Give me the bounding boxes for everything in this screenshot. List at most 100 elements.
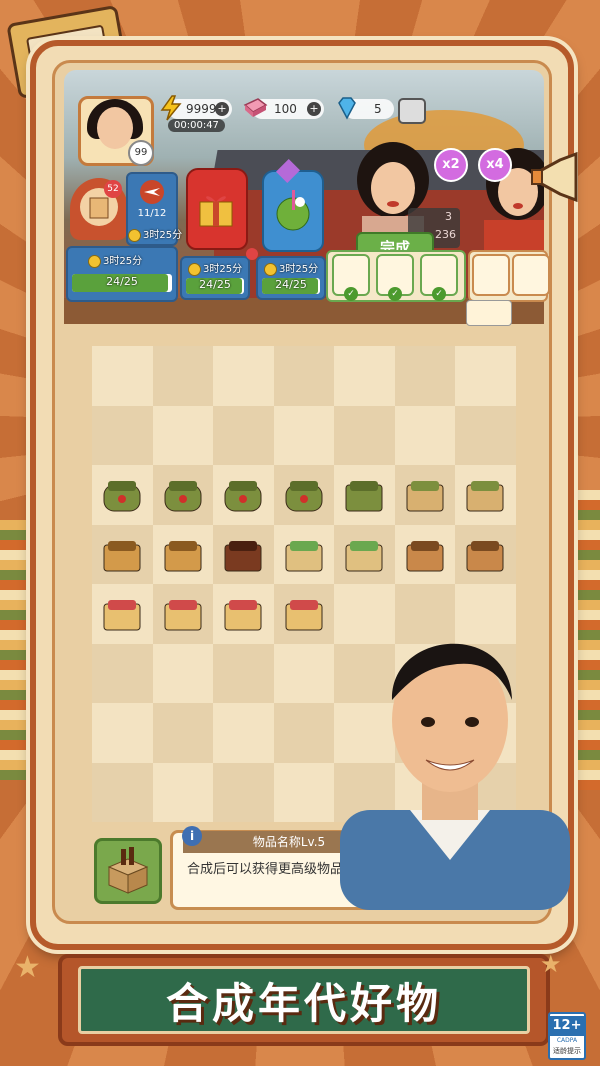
lightning-icon <box>160 95 182 121</box>
diamond-icon <box>338 97 356 120</box>
shop-counter-2-icon <box>164 600 202 631</box>
megaphone-icon[interactable] <box>530 150 590 204</box>
board-cell[interactable] <box>213 584 274 644</box>
board-cell[interactable] <box>92 703 153 763</box>
wood-frame-icon <box>164 540 202 571</box>
check-icon: ✓ <box>344 287 358 301</box>
board-cell[interactable] <box>273 524 335 584</box>
order-panel-1-time-text: 3时25分 <box>103 256 143 267</box>
board-cell[interactable] <box>152 584 214 644</box>
board-cell[interactable] <box>273 346 335 406</box>
board-cell[interactable] <box>152 405 214 465</box>
order-panel-3-time-text: 3时25分 <box>279 264 319 275</box>
board-cell[interactable] <box>394 405 456 465</box>
board-cell[interactable] <box>152 524 214 584</box>
board-cell[interactable] <box>273 703 335 763</box>
board-cell[interactable] <box>213 346 274 406</box>
board-cell[interactable] <box>92 346 153 406</box>
progress-label-3: 24/25 <box>275 278 307 291</box>
board-cell[interactable] <box>213 703 274 763</box>
board-cell[interactable] <box>152 643 214 703</box>
board-cell[interactable] <box>394 524 456 584</box>
board-cell[interactable] <box>455 465 516 525</box>
board-cell[interactable] <box>273 762 335 822</box>
board-cell[interactable] <box>152 703 214 763</box>
add-energy-button[interactable]: + <box>215 102 229 116</box>
order-card-3[interactable] <box>186 168 248 250</box>
green-backpack-icon <box>345 481 383 512</box>
next-item-1 <box>472 254 510 296</box>
board-cell[interactable] <box>273 643 335 703</box>
board-cell[interactable] <box>213 465 274 525</box>
young-man-character <box>340 643 570 910</box>
next-item-2 <box>512 254 550 296</box>
energy-timer: 00:00:47 <box>168 119 225 132</box>
brick-counter: 100 + <box>243 98 324 119</box>
green-bag-3-icon <box>224 481 262 512</box>
coin-icon <box>88 254 101 268</box>
order-counter-b: 236 <box>435 228 456 241</box>
board-cell[interactable] <box>273 405 335 465</box>
board-cell[interactable] <box>152 762 214 822</box>
green-bag-4-icon <box>285 481 323 512</box>
check-icon: ✓ <box>432 287 446 301</box>
order-panel-2: 3时25分 24/25 <box>180 256 250 300</box>
board-cell[interactable] <box>334 465 395 525</box>
board-cell[interactable] <box>213 762 274 822</box>
board-cell[interactable] <box>92 524 153 584</box>
board-cell[interactable] <box>213 405 274 465</box>
board-cell[interactable] <box>394 346 456 406</box>
order-time-1-text: 3时25分 <box>143 230 183 241</box>
board-cell[interactable] <box>92 762 153 822</box>
board-cell[interactable] <box>92 584 153 644</box>
order-card-4[interactable] <box>262 170 324 252</box>
soda-box-icon <box>107 847 149 894</box>
required-item-1: ✓ <box>332 254 370 301</box>
board-cell[interactable] <box>273 465 335 525</box>
board-cell[interactable] <box>334 405 395 465</box>
coin-icon <box>264 262 277 276</box>
display-case-2-icon <box>345 540 383 571</box>
board-cell[interactable] <box>152 346 214 406</box>
board-cell[interactable] <box>152 465 214 525</box>
shelf-1-icon <box>406 540 444 571</box>
board-cell[interactable] <box>92 643 153 703</box>
brick-value: 100 <box>274 102 297 116</box>
order-badge: 52 <box>104 180 122 198</box>
multiplier-x2[interactable]: x2 <box>434 148 468 182</box>
board-cell[interactable] <box>455 405 516 465</box>
info-icon[interactable]: i <box>182 826 202 846</box>
board-cell[interactable] <box>334 524 395 584</box>
age-rating-badge: 12+ CADPA 适龄提示 <box>548 1012 586 1060</box>
order-panel-1-time: 3时25分 <box>88 252 142 268</box>
add-brick-button[interactable]: + <box>307 102 321 116</box>
board-cell[interactable] <box>92 405 153 465</box>
banner-title: 合成年代好物 <box>165 978 442 1028</box>
selected-item-slot[interactable] <box>94 838 162 904</box>
player-level-badge: 99 <box>128 140 154 166</box>
green-bag-1-icon <box>103 481 141 512</box>
board-cell[interactable] <box>394 465 456 525</box>
order-counter-a: 3 <box>445 210 452 223</box>
shop-sign-icon[interactable] <box>466 300 512 326</box>
board-cell[interactable] <box>455 346 516 406</box>
board-cell[interactable] <box>334 346 395 406</box>
shop-counter-3-icon <box>224 600 262 631</box>
order-panel-2-time: 3时25分 <box>188 260 242 276</box>
avatar-face <box>97 107 133 149</box>
star-decoration-right: ★ <box>540 950 562 978</box>
brick-icon <box>243 98 268 117</box>
radio-shop-icon[interactable] <box>398 98 426 124</box>
board-cell[interactable] <box>92 465 153 525</box>
multiplier-x4[interactable]: x4 <box>478 148 512 182</box>
coconut-drink-icon <box>276 190 310 231</box>
plane-badge-icon <box>140 180 164 204</box>
progress-track-2: 24/25 <box>186 278 244 294</box>
board-cell[interactable] <box>213 643 274 703</box>
board-cell[interactable] <box>455 524 516 584</box>
age-rating-org: CADPA <box>556 1037 578 1044</box>
board-cell[interactable] <box>213 524 274 584</box>
progress-label-1: 24/25 <box>106 275 138 288</box>
progress-label-2: 24/25 <box>199 278 231 291</box>
board-cell[interactable] <box>273 584 335 644</box>
